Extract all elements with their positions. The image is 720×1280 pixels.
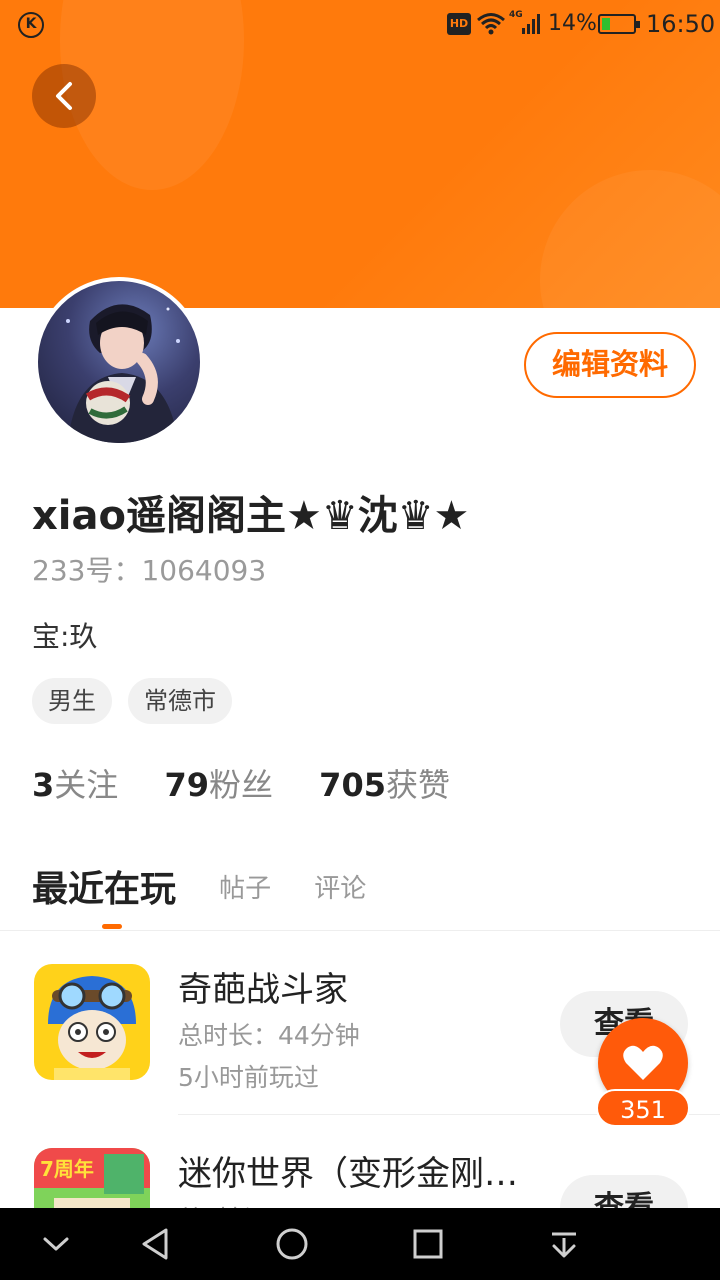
back-button[interactable] (32, 64, 96, 128)
following-count: 3 (32, 766, 55, 804)
heart-icon (623, 1045, 663, 1080)
edit-profile-button[interactable]: 编辑资料 (524, 332, 696, 398)
avatar[interactable] (34, 277, 204, 447)
chevron-down-icon[interactable] (38, 1226, 74, 1262)
likes-count: 705 (319, 766, 386, 804)
profile-stats: 3关注 79粉丝 705获赞 (32, 760, 486, 806)
battery-tip (636, 21, 640, 28)
avatar-illustration (66, 304, 180, 443)
tab-recently-played[interactable]: 最近在玩 (32, 860, 176, 912)
tab-posts[interactable]: 帖子 (219, 868, 271, 905)
clock: 16:50 (646, 10, 716, 38)
bio: 宝:玖 (32, 620, 98, 653)
battery-fill (602, 18, 610, 30)
navigation-bar (0, 1208, 720, 1280)
following-stat[interactable]: 3关注 (32, 760, 118, 806)
profile-tabs: 最近在玩 帖子 评论 (32, 860, 366, 912)
game-icon (34, 964, 150, 1080)
followers-label: 粉丝 (208, 766, 273, 804)
followers-count: 79 (164, 766, 209, 804)
k-circle-icon: K (18, 12, 44, 38)
signal-icon (522, 14, 540, 34)
likes-label: 获赞 (385, 766, 450, 804)
gender-tag: 男生 (32, 678, 112, 724)
back-triangle-icon[interactable] (138, 1226, 174, 1262)
recents-square-icon[interactable] (410, 1226, 446, 1262)
location-tag: 常德市 (128, 678, 232, 724)
svg-text:7周年: 7周年 (40, 1157, 94, 1181)
decorative-circle (540, 170, 720, 308)
tab-comments[interactable]: 评论 (314, 868, 366, 905)
followers-stat[interactable]: 79粉丝 (164, 760, 273, 806)
username: xiao遥阁阁主★♛沈♛★ (32, 493, 470, 539)
game-last-played: 5小时前玩过 (178, 1063, 319, 1092)
game-title: 迷你世界（变形金刚… (178, 1154, 518, 1194)
like-count: 351 (596, 1089, 690, 1127)
game-icon-art (34, 964, 150, 1080)
likes-stat[interactable]: 705获赞 (319, 760, 450, 806)
game-duration: 总时长：44分钟 (178, 1021, 360, 1050)
home-circle-icon[interactable] (274, 1226, 310, 1262)
divider (0, 930, 720, 931)
battery-icon (598, 14, 640, 34)
hd-badge: HD (447, 13, 471, 35)
battery-percent: 14% (548, 11, 597, 36)
notification-pull-icon[interactable] (546, 1226, 582, 1262)
chevron-left-icon (56, 82, 72, 110)
user-id: 233号：1064093 (32, 554, 267, 587)
wifi-icon (477, 13, 505, 35)
game-title: 奇葩战斗家 (178, 970, 348, 1010)
status-bar: K HD 4G 14% 16:50 (0, 0, 720, 50)
tab-indicator (102, 924, 122, 929)
following-label: 关注 (54, 766, 119, 804)
